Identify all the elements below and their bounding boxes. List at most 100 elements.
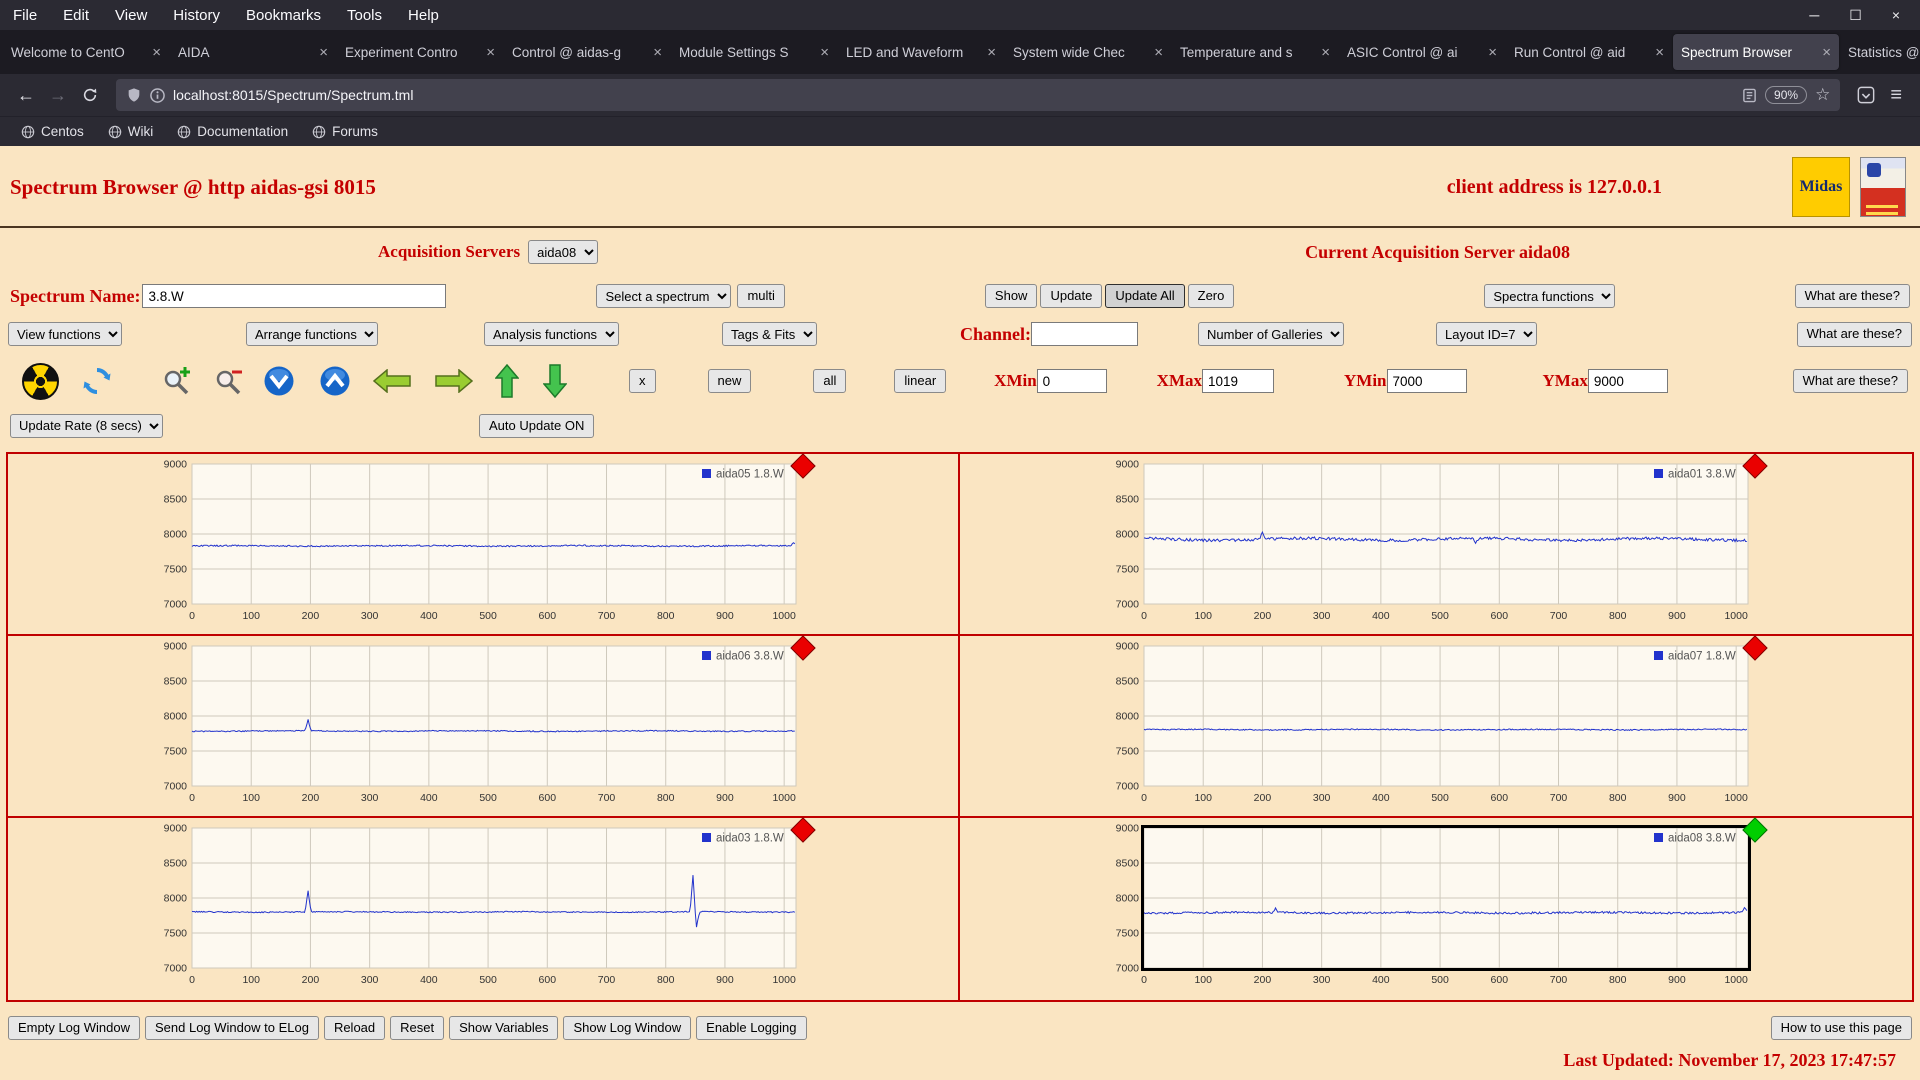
pan-right-icon[interactable] <box>435 369 473 393</box>
spectrum-chart[interactable]: 7000 7500 8000 8500 9000 0 100 200 300 400 500 600 7… <box>1098 458 1912 631</box>
tab-close-icon[interactable]: × <box>1655 44 1664 61</box>
multi-button[interactable]: multi <box>737 284 785 309</box>
spectrum-chart[interactable]: 7000 7500 8000 8500 9000 0 100 200 300 400 500 600 7… <box>146 640 958 813</box>
spectrum-panel[interactable]: 7000 7500 8000 8500 9000 0 100 200 300 400 500 600 7… <box>8 817 960 1000</box>
analysis-functions-select[interactable]: Analysis functions <box>484 322 619 347</box>
menu-history[interactable]: History <box>160 7 233 24</box>
menu-help[interactable]: Help <box>395 7 452 24</box>
save-page-icon[interactable] <box>1850 80 1882 110</box>
browser-tab[interactable]: Module Settings S × <box>671 34 837 70</box>
bookmark-forums[interactable]: Forums <box>303 124 387 139</box>
browser-tab[interactable]: Run Control @ aid × <box>1506 34 1672 70</box>
tab-close-icon[interactable]: × <box>987 44 996 61</box>
spectrum-chart[interactable]: 7000 7500 8000 8500 9000 0 100 200 300 400 500 600 7… <box>1098 822 1912 995</box>
acquisition-server-select[interactable]: aida08 <box>528 240 599 264</box>
number-of-galleries-select[interactable]: Number of Galleries <box>1198 322 1344 347</box>
tracking-shield-icon[interactable] <box>126 87 142 103</box>
menu-bookmarks[interactable]: Bookmarks <box>233 7 334 24</box>
spectrum-panel[interactable]: 7000 7500 8000 8500 9000 0 100 200 300 400 500 600 7… <box>8 453 960 636</box>
layout-id-select[interactable]: Layout ID=7 <box>1436 322 1537 347</box>
menu-view[interactable]: View <box>102 7 160 24</box>
reload-icon[interactable] <box>74 80 106 110</box>
browser-tab[interactable]: System wide Chec × <box>1005 34 1171 70</box>
reset-button[interactable]: Reset <box>390 1015 445 1040</box>
spectrum-panel[interactable]: 7000 7500 8000 8500 9000 0 100 200 300 400 500 600 7… <box>960 453 1912 636</box>
tab-close-icon[interactable]: × <box>152 44 161 61</box>
refresh-icon[interactable] <box>81 365 113 397</box>
forward-icon[interactable]: → <box>42 80 74 110</box>
update-rate-select[interactable]: Update Rate (8 secs) <box>10 413 163 438</box>
tab-close-icon[interactable]: × <box>820 44 829 61</box>
tab-close-icon[interactable]: × <box>1822 44 1831 61</box>
ymin-input[interactable] <box>1386 369 1467 393</box>
reload-button[interactable]: Reload <box>323 1015 386 1040</box>
browser-tab-active[interactable]: Spectrum Browser × <box>1673 34 1839 70</box>
all-button[interactable]: all <box>813 368 847 394</box>
bookmark-wiki[interactable]: Wiki <box>99 124 163 139</box>
show-button[interactable]: Show <box>984 284 1038 309</box>
zoom-in-icon[interactable] <box>161 366 191 396</box>
menu-edit[interactable]: Edit <box>50 7 102 24</box>
spectra-functions-select[interactable]: Spectra functions <box>1484 284 1616 309</box>
browser-tab[interactable]: Statistics @ aidas× <box>1840 34 1920 70</box>
tags-fits-select[interactable]: Tags & Fits <box>722 322 817 347</box>
menu-file[interactable]: File <box>0 7 50 24</box>
zero-button[interactable]: Zero <box>1187 284 1235 309</box>
tab-close-icon[interactable]: × <box>1321 44 1330 61</box>
show-log-window-button[interactable]: Show Log Window <box>563 1015 692 1040</box>
browser-tab[interactable]: ASIC Control @ ai × <box>1339 34 1505 70</box>
spectrum-panel[interactable]: 7000 7500 8000 8500 9000 0 100 200 300 400 500 600 7… <box>8 635 960 818</box>
x-button[interactable]: x <box>629 368 656 394</box>
empty-log-window-button[interactable]: Empty Log Window <box>8 1015 140 1040</box>
spectrum-chart[interactable]: 7000 7500 8000 8500 9000 0 100 200 300 400 500 600 7… <box>146 458 958 631</box>
linear-button[interactable]: linear <box>894 368 947 394</box>
menu-tools[interactable]: Tools <box>334 7 395 24</box>
spectrum-chart[interactable]: 7000 7500 8000 8500 9000 0 100 200 300 400 500 600 7… <box>1098 640 1912 813</box>
browser-tab[interactable]: Control @ aidas-g × <box>504 34 670 70</box>
update-button[interactable]: Update <box>1040 284 1103 309</box>
what-are-these-button[interactable]: What are these? <box>1794 284 1910 309</box>
browser-tab[interactable]: LED and Waveform × <box>838 34 1004 70</box>
what-are-these-button[interactable]: What are these? <box>1792 368 1908 394</box>
bookmark-documentation[interactable]: Documentation <box>168 124 297 139</box>
auto-update-button[interactable]: Auto Update ON <box>479 413 595 438</box>
spectrum-chart[interactable]: 7000 7500 8000 8500 9000 0 100 200 300 400 500 600 7… <box>146 822 958 995</box>
url-bar[interactable]: localhost:8015/Spectrum/Spectrum.tml 90%… <box>116 79 1841 111</box>
channel-input[interactable] <box>1031 322 1139 347</box>
zoom-out-icon[interactable] <box>213 366 243 396</box>
how-to-use-button[interactable]: How to use this page <box>1770 1015 1912 1040</box>
tab-close-icon[interactable]: × <box>486 44 495 61</box>
send-log-to-elog-button[interactable]: Send Log Window to ELog <box>145 1015 319 1040</box>
ymax-input[interactable] <box>1587 369 1668 393</box>
scale-down-icon[interactable] <box>263 365 295 397</box>
bookmark-centos[interactable]: Centos <box>12 124 93 139</box>
select-a-spectrum[interactable]: Select a spectrum <box>596 284 732 309</box>
bookmark-star-icon[interactable]: ☆ <box>1815 85 1830 105</box>
browser-tab[interactable]: Experiment Contro × <box>337 34 503 70</box>
url-text[interactable]: localhost:8015/Spectrum/Spectrum.tml <box>173 87 1734 103</box>
tab-close-icon[interactable]: × <box>319 44 328 61</box>
tab-close-icon[interactable]: × <box>653 44 662 61</box>
minimize-icon[interactable]: ─ <box>1809 7 1819 24</box>
browser-tab[interactable]: Temperature and s × <box>1172 34 1338 70</box>
scale-up-icon[interactable] <box>319 365 351 397</box>
browser-tab[interactable]: Welcome to CentO × <box>3 34 169 70</box>
spectrum-panel[interactable]: 7000 7500 8000 8500 9000 0 100 200 300 400 500 600 7… <box>960 817 1912 1000</box>
app-menu-icon[interactable]: ≡ <box>1882 84 1910 107</box>
spectrum-panel[interactable]: 7000 7500 8000 8500 9000 0 100 200 300 400 500 600 7… <box>960 635 1912 818</box>
update-all-button[interactable]: Update All <box>1105 284 1185 309</box>
browser-tab[interactable]: AIDA × <box>170 34 336 70</box>
what-are-these-button[interactable]: What are these? <box>1796 322 1912 347</box>
arrange-functions-select[interactable]: Arrange functions <box>246 322 378 347</box>
radiation-icon[interactable] <box>22 362 59 400</box>
pan-up-icon[interactable] <box>495 364 519 398</box>
view-functions-select[interactable]: View functions <box>8 322 122 347</box>
close-icon[interactable]: × <box>1892 7 1900 24</box>
zoom-level-badge[interactable]: 90% <box>1765 86 1808 104</box>
tab-close-icon[interactable]: × <box>1488 44 1497 61</box>
pan-left-icon[interactable] <box>373 369 411 393</box>
xmax-input[interactable] <box>1202 369 1274 393</box>
reader-view-icon[interactable] <box>1742 88 1757 103</box>
new-button[interactable]: new <box>707 368 752 394</box>
maximize-icon[interactable]: ☐ <box>1849 7 1862 24</box>
